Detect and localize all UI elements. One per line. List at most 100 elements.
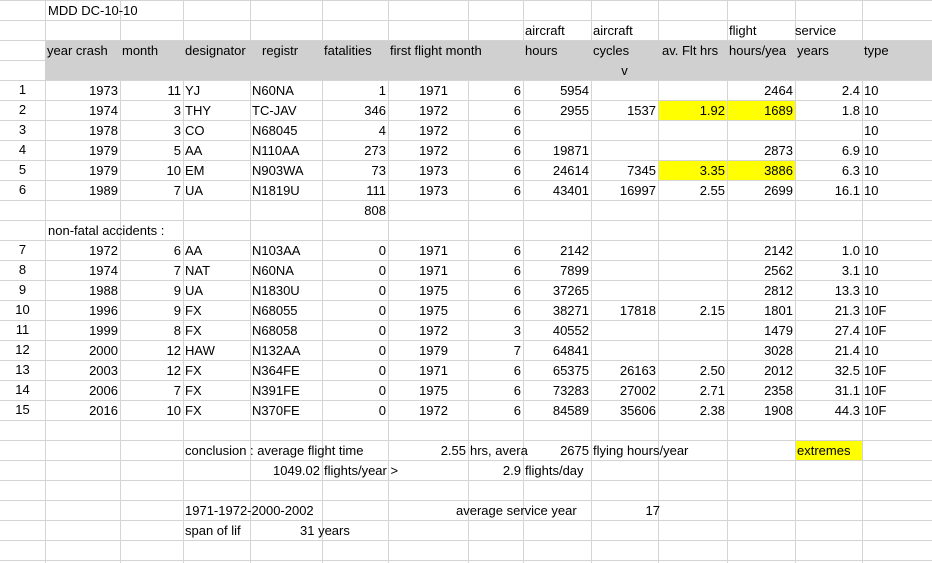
cell-year: 2000: [89, 343, 118, 358]
flights-per-day-label: flights/day: [525, 463, 584, 478]
cell-fat: 0: [378, 403, 386, 418]
cell-des: FX: [185, 323, 202, 338]
flights-per-year-value: 1049.02: [273, 463, 320, 478]
span-label: span of lif: [185, 523, 241, 538]
cell-fat: 111: [366, 183, 386, 198]
cell-avflt: [658, 81, 727, 101]
cell-cycles: [591, 281, 658, 301]
cell-ff: 1972: [419, 323, 448, 338]
cell-reg: N1819U: [252, 183, 300, 198]
cell-hy: 2464: [764, 83, 793, 98]
cell-avflt: [658, 321, 727, 341]
cell-ffm: 6: [513, 383, 521, 398]
avg-service-value: 17: [645, 503, 660, 518]
cell-hy: 2142: [764, 243, 793, 258]
cell-year: 2003: [89, 363, 118, 378]
cell-des: YJ: [185, 83, 201, 98]
cell-fat: 346: [364, 103, 386, 118]
cell-ff: 1972: [419, 143, 448, 158]
cell-avflt: [658, 121, 727, 141]
cell-reg: N364FE: [252, 363, 300, 378]
years-range: 1971-1972-2000-2002: [185, 503, 314, 518]
cell-hours: 38271: [552, 303, 589, 318]
cell-ff: 1973: [419, 183, 448, 198]
cell-avflt: [658, 141, 727, 161]
cell-type: 10F: [864, 363, 887, 378]
flying-hours-label: flying hours/year: [593, 443, 689, 458]
cell-hy: 2873: [764, 143, 793, 158]
cell-year: 1973: [89, 83, 118, 98]
cell-hours: 43401: [552, 183, 589, 198]
cell-cycles: [591, 241, 658, 261]
row-number: 8: [18, 262, 27, 277]
cell-des: FX: [185, 403, 202, 418]
cell-hours: 5954: [560, 83, 589, 98]
avg-service-label: average service year: [456, 503, 577, 518]
row-number: 15: [15, 402, 30, 417]
cell-avflt: 2.71: [699, 383, 725, 398]
cell-type: 10F: [864, 303, 887, 318]
cell-cycles: [591, 261, 658, 281]
cell-reg: N103AA: [252, 243, 301, 258]
cell-des: UA: [185, 283, 204, 298]
cell-svc: 16.1: [834, 183, 860, 198]
row-number: 13: [15, 362, 30, 377]
cell-svc: 13.3: [834, 283, 860, 298]
cell-type: 10F: [864, 403, 887, 418]
cell-month: 10: [166, 163, 181, 178]
cell-type: 10: [864, 183, 879, 198]
cell-reg: N68055: [252, 303, 298, 318]
cell-reg: N391FE: [252, 383, 300, 398]
span-value: 31 years: [300, 523, 350, 538]
cell-fat: 0: [378, 363, 386, 378]
cell-des: FX: [185, 383, 202, 398]
cell-svc: 1.0: [841, 243, 860, 258]
cell-svc: 44.3: [834, 403, 860, 418]
cell-type: 10: [864, 123, 879, 138]
cell-fat: 0: [378, 263, 386, 278]
row-number: 7: [18, 242, 27, 257]
cell-cycles: [591, 341, 658, 361]
cell-hy: 2012: [764, 363, 793, 378]
cell-fat: 0: [378, 323, 386, 338]
cell-reg: N370FE: [252, 403, 300, 418]
cell-svc: 27.4: [834, 323, 860, 338]
header-av-flt-hrs: av. Flt hrs: [662, 43, 719, 58]
cell-svc: 21.4: [834, 343, 860, 358]
cell-svc: [795, 121, 862, 141]
cell-type: 10: [864, 103, 879, 118]
cell-year: 1988: [89, 283, 118, 298]
nonfatal-section-label: non-fatal accidents :: [48, 223, 165, 238]
cell-avflt: [658, 261, 727, 281]
cell-hours: 64841: [552, 343, 589, 358]
cell-fat: 4: [378, 123, 386, 138]
header-aircraft-1: aircraft: [525, 23, 565, 38]
cell-year: 1974: [89, 263, 118, 278]
cell-des: THY: [185, 103, 211, 118]
cell-reg: N132AA: [252, 343, 301, 358]
cell-ff: 1972: [419, 403, 448, 418]
cell-month: 3: [173, 123, 181, 138]
cell-ff: 1975: [419, 383, 448, 398]
cell-ffm: 6: [513, 403, 521, 418]
cell-svc: 2.4: [841, 83, 860, 98]
cell-des: UA: [185, 183, 204, 198]
cell-ffm: 6: [513, 163, 521, 178]
cell-hours: 40552: [552, 323, 589, 338]
cell-month: 3: [173, 103, 181, 118]
cell-hy: 2812: [764, 283, 793, 298]
cell-reg: N903WA: [252, 163, 304, 178]
cell-hours: 2955: [560, 103, 589, 118]
cell-cycles: 16997: [619, 183, 656, 198]
cell-svc: 21.3: [834, 303, 860, 318]
cell-month: 12: [166, 363, 181, 378]
header-aircraft-2: aircraft: [593, 23, 633, 38]
cell-hy-highlighted: 1689: [764, 103, 793, 118]
cell-type: 10F: [864, 383, 887, 398]
cell-hours: 2142: [560, 243, 589, 258]
cell-reg: N68045: [252, 123, 298, 138]
cell-des: NAT: [185, 263, 211, 278]
cell-ff: 1971: [419, 363, 448, 378]
header-first-flight-month: first flight month: [390, 43, 482, 58]
cell-avflt: [658, 341, 727, 361]
